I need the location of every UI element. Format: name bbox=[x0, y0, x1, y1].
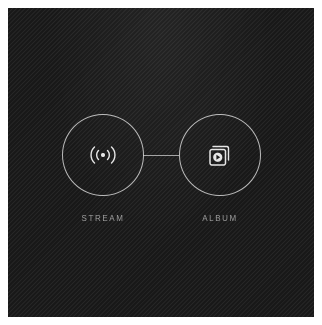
mode-selector-panel: STREAM ALBUM bbox=[8, 8, 314, 317]
album-label[interactable]: ALBUM bbox=[165, 214, 275, 223]
stream-button[interactable] bbox=[62, 114, 144, 196]
connector-line bbox=[143, 155, 179, 156]
album-button[interactable] bbox=[179, 114, 261, 196]
photo-album-play-icon bbox=[207, 142, 233, 168]
broadcast-signal-icon bbox=[86, 145, 120, 165]
stream-label[interactable]: STREAM bbox=[48, 214, 158, 223]
